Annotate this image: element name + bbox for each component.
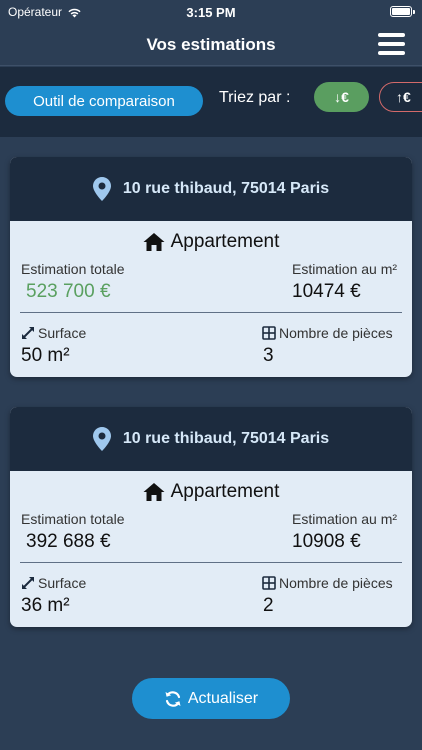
property-type: Appartement bbox=[170, 481, 280, 502]
rooms-value: 3 bbox=[263, 345, 274, 366]
estimation-card[interactable]: 10 rue thibaud, 75014 Paris Appartement … bbox=[10, 407, 412, 627]
refresh-label: Actualiser bbox=[187, 689, 259, 707]
property-type-row: Appartement bbox=[10, 481, 412, 503]
card-header: 10 rue thibaud, 75014 Paris bbox=[10, 157, 412, 221]
status-bar: Opérateur 3:15 PM bbox=[0, 0, 422, 24]
status-time: 3:15 PM bbox=[186, 4, 236, 20]
refresh-icon bbox=[165, 690, 181, 707]
surface-label: Surface bbox=[38, 575, 87, 591]
page-title: Vos estimations bbox=[146, 34, 276, 54]
card-address: 10 rue thibaud, 75014 Paris bbox=[122, 430, 330, 447]
sort-toolbar: Outil de comparaison Triez par : ↓€ ↑€ bbox=[0, 67, 422, 137]
property-type-row: Appartement bbox=[10, 231, 412, 253]
home-icon bbox=[143, 233, 165, 251]
rooms-label-group: Nombre de pièces bbox=[262, 575, 393, 591]
expand-arrows-icon bbox=[22, 577, 34, 589]
total-estimate-value: 392 688 € bbox=[26, 531, 111, 552]
grid-icon bbox=[262, 326, 276, 340]
surface-value: 36 m² bbox=[21, 595, 70, 616]
refresh-button[interactable]: Actualiser bbox=[132, 678, 290, 719]
grid-icon bbox=[262, 576, 276, 590]
surface-label-group: Surface bbox=[21, 325, 86, 341]
card-body: Appartement Estimation totale 392 688 € … bbox=[10, 471, 412, 627]
hamburger-menu-icon[interactable] bbox=[378, 33, 405, 55]
home-icon bbox=[143, 483, 165, 501]
total-estimate-label: Estimation totale bbox=[21, 511, 125, 527]
compare-tool-button[interactable]: Outil de comparaison bbox=[5, 86, 203, 116]
surface-value: 50 m² bbox=[21, 345, 70, 366]
rooms-label: Nombre de pièces bbox=[279, 575, 393, 591]
expand-arrows-icon bbox=[22, 327, 34, 339]
location-pin-icon bbox=[92, 177, 111, 201]
card-address: 10 rue thibaud, 75014 Paris bbox=[122, 180, 330, 197]
sort-price-asc-button[interactable]: ↑€ bbox=[379, 82, 422, 112]
rooms-label: Nombre de pièces bbox=[279, 325, 393, 341]
rooms-label-group: Nombre de pièces bbox=[262, 325, 393, 341]
location-pin-icon bbox=[92, 427, 111, 451]
card-header: 10 rue thibaud, 75014 Paris bbox=[10, 407, 412, 471]
divider bbox=[20, 312, 402, 313]
per-m2-label: Estimation au m² bbox=[292, 261, 398, 277]
total-estimate-value: 523 700 € bbox=[26, 281, 111, 302]
per-m2-value: 10474 € bbox=[292, 281, 361, 302]
sort-price-desc-button[interactable]: ↓€ bbox=[314, 82, 369, 112]
estimation-card[interactable]: 10 rue thibaud, 75014 Paris Appartement … bbox=[10, 157, 412, 377]
card-body: Appartement Estimation totale 523 700 € … bbox=[10, 221, 412, 377]
sort-label: Triez par : bbox=[219, 89, 291, 106]
rooms-value: 2 bbox=[263, 595, 274, 616]
divider bbox=[20, 562, 402, 563]
battery-icon bbox=[390, 6, 415, 17]
nav-bar: Vos estimations bbox=[0, 24, 422, 66]
per-m2-value: 10908 € bbox=[292, 531, 361, 552]
per-m2-label: Estimation au m² bbox=[292, 511, 398, 527]
surface-label: Surface bbox=[38, 325, 87, 341]
total-estimate-label: Estimation totale bbox=[21, 261, 125, 277]
property-type: Appartement bbox=[170, 231, 280, 252]
surface-label-group: Surface bbox=[21, 575, 86, 591]
